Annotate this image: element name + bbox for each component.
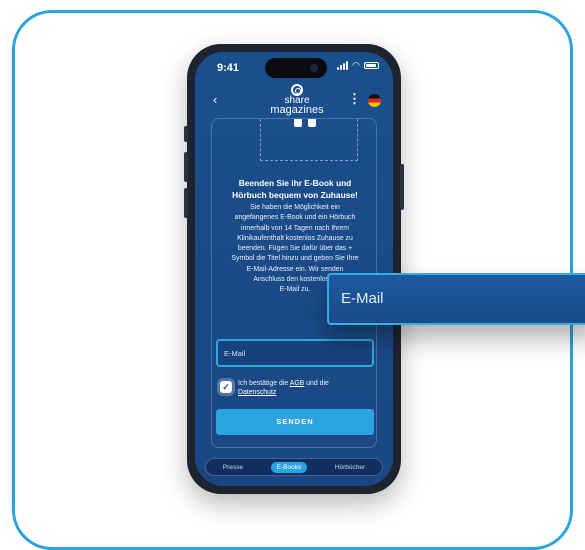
battery-icon — [364, 62, 379, 69]
description-line: innerhalb von 14 Tagen nach Ihrem — [241, 224, 349, 232]
description-line: Sie haben die Möglichkeit ein — [250, 204, 340, 211]
tab-ebooks[interactable]: E-Books — [270, 461, 308, 473]
app-header: ‹ share magazines ⋮ — [195, 84, 393, 120]
email-field[interactable]: E-Mail — [216, 339, 374, 367]
phone-mockup: 9:41 ◠ ‹ share magazines ⋮ Beenden Sie i… — [184, 44, 404, 494]
camera-icon — [310, 64, 318, 72]
tab-presse[interactable]: Presse — [217, 462, 249, 473]
send-button[interactable]: SENDEN — [216, 409, 374, 435]
phone-screen: 9:41 ◠ ‹ share magazines ⋮ Beenden Sie i… — [195, 52, 393, 486]
wifi-icon: ◠ — [352, 60, 360, 70]
more-menu-icon[interactable]: ⋮ — [348, 91, 361, 107]
description-line: Klinikaufenthalt kostenlos Zuhause zu — [237, 234, 353, 242]
german-flag-icon[interactable] — [368, 94, 381, 107]
app-logo: share magazines — [267, 84, 327, 120]
consent-text: Ich bestätige die AGB und die Datenschutz — [238, 379, 370, 397]
phone-power-button — [400, 164, 404, 210]
status-bar: 9:41 ◠ — [195, 52, 393, 82]
phone-volume-up — [184, 152, 188, 182]
email-field-zoom-callout: E-Mail — [327, 273, 585, 325]
consent-row: ✓ Ich bestätige die AGB und die Datenschu… — [220, 379, 370, 401]
status-time: 9:41 — [217, 62, 240, 74]
plus-icon — [292, 119, 320, 128]
headline-line: Hörbuch bequem von Zuhause! — [232, 190, 358, 200]
agb-link[interactable]: AGB — [290, 380, 305, 387]
back-arrow-icon[interactable]: ‹ — [213, 92, 217, 107]
description-line: beenden. Fügen Sie dafür über das + — [237, 245, 353, 253]
signal-icon — [337, 61, 349, 70]
status-icons: ◠ — [337, 61, 379, 70]
phone-mute-switch — [184, 126, 188, 142]
consent-middle: und die — [304, 380, 329, 387]
consent-prefix: Ich bestätige die — [238, 380, 290, 387]
consent-checkbox[interactable]: ✓ — [220, 381, 232, 393]
phone-volume-down — [184, 188, 188, 218]
description-line: Symbol die Titel hinzu und geben Sie Ihr… — [231, 255, 359, 263]
tab-hoerbuecher[interactable]: Hörbücher — [329, 462, 371, 473]
bottom-tab-bar: Presse E-Books Hörbücher — [205, 458, 383, 476]
headline-line: Beenden Sie ihr E-Book und — [238, 178, 352, 188]
form-headline: Beenden Sie ihr E-Book und Hörbuch beque… — [212, 177, 378, 201]
description-line: angefangenes E-Book und ein Hörbuch — [234, 214, 356, 222]
logo-mark-icon — [291, 84, 303, 96]
dynamic-island — [265, 58, 327, 78]
privacy-link[interactable]: Datenschutz — [238, 389, 276, 396]
logo-word-magazines: magazines — [270, 104, 324, 116]
